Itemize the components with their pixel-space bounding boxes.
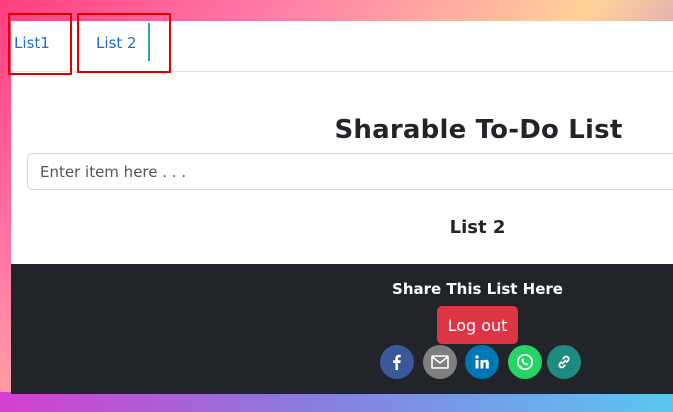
facebook-icon[interactable] xyxy=(380,345,414,379)
share-text: Share This List Here xyxy=(392,280,563,298)
linkedin-icon[interactable] xyxy=(465,345,499,379)
logout-button[interactable]: Log out xyxy=(437,306,518,344)
highlight-box-list1 xyxy=(8,13,72,75)
highlight-box-list2 xyxy=(77,13,171,73)
app-card: List1 List 2 Sharable To-Do List List 2 … xyxy=(11,21,673,394)
share-footer: Share This List Here Log out xyxy=(11,264,673,394)
whatsapp-icon[interactable] xyxy=(508,345,542,379)
list-heading: List 2 xyxy=(449,217,506,238)
page-title: Sharable To-Do List xyxy=(334,115,623,145)
item-input[interactable] xyxy=(28,154,673,189)
email-icon[interactable] xyxy=(423,345,457,379)
link-icon[interactable] xyxy=(547,345,581,379)
item-input-wrapper xyxy=(27,153,673,190)
background-strip xyxy=(0,392,673,412)
